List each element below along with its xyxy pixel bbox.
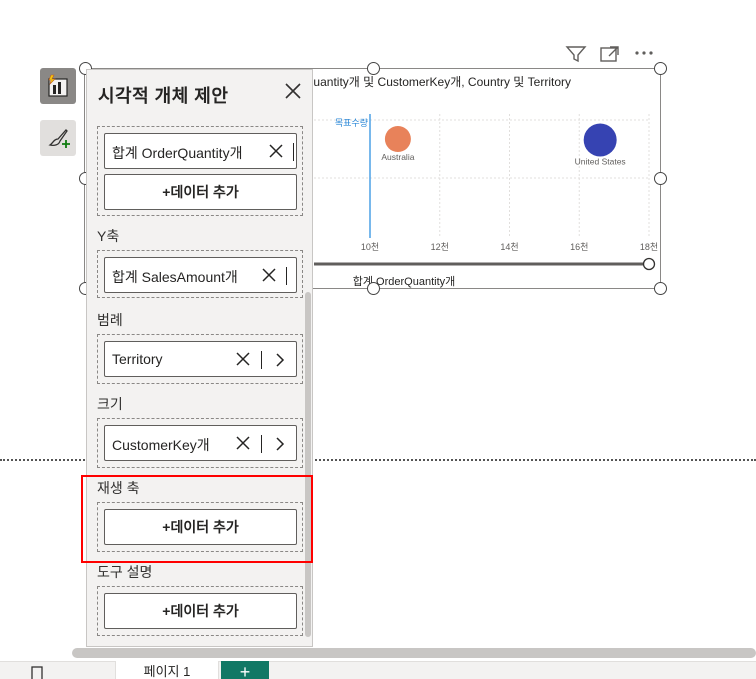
x-tick-label: 14천: [500, 242, 518, 252]
resize-handle-bottom-right[interactable]: [654, 282, 667, 295]
point-label: United States: [575, 157, 626, 167]
field-chip-label: Territory: [112, 351, 163, 367]
field-chip-label: CustomerKey개: [112, 437, 210, 453]
pane-scrollbar[interactable]: [305, 292, 311, 637]
well-x-axis: 합계 OrderQuantity개 +데이터 추가: [97, 126, 303, 216]
chevron-right-icon[interactable]: [275, 436, 285, 452]
format-brush-icon: [48, 129, 70, 148]
chip-divider: [293, 143, 294, 161]
format-visual-tab[interactable]: [40, 120, 76, 156]
visual-header: [565, 45, 655, 63]
build-visual-icon: [48, 74, 68, 97]
well-size: CustomerKey개: [97, 418, 303, 468]
x-tick-label: 18천: [640, 242, 658, 252]
resize-handle-top[interactable]: [367, 62, 380, 75]
well-y-axis: 합계 SalesAmount개: [97, 250, 303, 298]
remove-field-icon[interactable]: [261, 267, 277, 283]
well-label-y-axis: Y축: [97, 228, 120, 244]
reference-line-label: 목표수량: [335, 117, 368, 128]
resize-handle-bottom[interactable]: [367, 282, 380, 295]
field-chip-customerkey[interactable]: CustomerKey개: [104, 425, 297, 461]
page-tabs-bar: [0, 661, 756, 679]
build-visual-tab[interactable]: [40, 68, 76, 104]
add-data-button-x-axis[interactable]: +데이터 추가: [104, 174, 297, 210]
add-data-button-tooltips[interactable]: +데이터 추가: [104, 593, 297, 629]
field-chip-orderquantity[interactable]: 합계 OrderQuantity개: [104, 133, 297, 169]
focus-mode-icon[interactable]: [599, 45, 621, 63]
scatter-point: [583, 123, 617, 157]
pane-switcher: [40, 68, 76, 172]
filter-icon[interactable]: [565, 45, 587, 63]
field-chip-salesamount[interactable]: 합계 SalesAmount개: [104, 257, 297, 293]
add-page-button[interactable]: +: [221, 661, 269, 679]
more-options-icon[interactable]: [633, 45, 655, 63]
chevron-right-icon[interactable]: [275, 352, 285, 368]
page-tab[interactable]: 페이지 1: [115, 661, 219, 679]
well-label-tooltips: 도구 설명: [97, 564, 153, 580]
field-chip-label: 합계 OrderQuantity개: [112, 145, 243, 161]
highlight-box-play-axis: [81, 475, 313, 563]
remove-field-icon[interactable]: [235, 351, 251, 367]
pane-title: 시각적 개체 제안: [98, 86, 229, 106]
chip-divider: [261, 435, 262, 453]
remove-field-icon[interactable]: [268, 143, 284, 159]
field-chip-territory[interactable]: Territory: [104, 341, 297, 377]
page-nav-icon[interactable]: [30, 666, 44, 679]
play-axis-thumb: [642, 257, 656, 271]
resize-handle-right[interactable]: [654, 172, 667, 185]
well-tooltips: +데이터 추가: [97, 586, 303, 636]
point-label: Australia: [381, 152, 414, 162]
resize-handle-top-right[interactable]: [654, 62, 667, 75]
x-tick-label: 10천: [361, 242, 379, 252]
well-label-legend: 범례: [97, 312, 123, 328]
chip-divider: [286, 267, 287, 285]
x-tick-label: 16천: [570, 242, 588, 252]
field-chip-label: 합계 SalesAmount개: [112, 269, 238, 285]
scatter-point: [384, 126, 411, 152]
remove-field-icon[interactable]: [235, 435, 251, 451]
report-canvas: 합계 SalesAmount개, 합계 OrderQuantity개 및 Cus…: [0, 0, 756, 679]
chip-divider: [261, 351, 262, 369]
close-icon[interactable]: [284, 82, 302, 100]
well-label-size: 크기: [97, 396, 123, 412]
canvas-horizontal-scrollbar[interactable]: [72, 648, 756, 658]
well-legend: Territory: [97, 334, 303, 384]
x-tick-label: 12천: [431, 242, 449, 252]
